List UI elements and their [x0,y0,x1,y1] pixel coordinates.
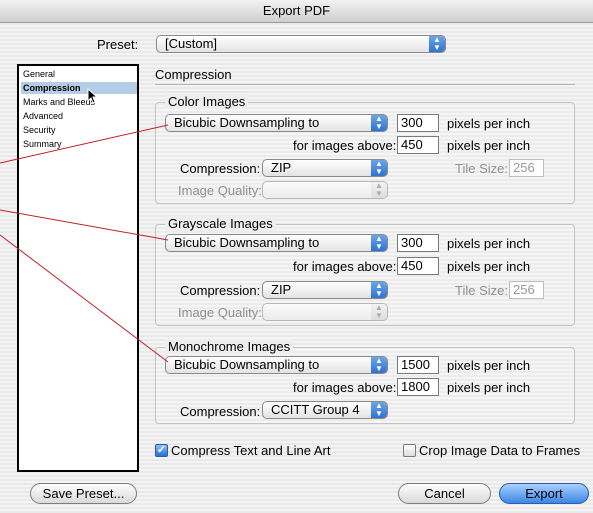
sidebar-item-summary[interactable]: Summary [21,138,137,150]
monochrome-above-label: for images above: [293,380,397,395]
checkmark-icon: ✓ [156,444,167,456]
color-tile-size-label: Tile Size: [455,161,508,176]
color-compression-popup[interactable]: ZIP ▲ ▼ [262,159,388,177]
panel-title: Compression [155,67,232,82]
color-above-field[interactable]: 450 [397,136,439,154]
grayscale-compression-value: ZIP [271,282,292,297]
color-resolution-field[interactable]: 300 [397,114,439,132]
save-preset-button[interactable]: Save Preset... [30,483,137,504]
color-tile-size-field[interactable]: 256 [509,159,544,177]
preset-label: Preset: [97,37,139,52]
monochrome-resolution-unit: pixels per inch [447,358,531,373]
sidebar-item-general[interactable]: General [21,68,137,80]
color-compression-value: ZIP [271,160,292,175]
monochrome-compression-popup[interactable]: CCITT Group 4 ▲ ▼ [262,401,388,419]
compress-text-checkbox[interactable]: ✓ [155,444,168,457]
monochrome-downsampling-popup[interactable]: Bicubic Downsampling to ▲ ▼ [165,356,388,374]
grayscale-quality-label: Image Quality: [178,305,262,320]
monochrome-images-title: Monochrome Images [165,339,294,354]
grayscale-above-unit: pixels per inch [447,259,531,274]
mouse-pointer-icon [87,88,99,104]
cancel-button[interactable]: Cancel [398,483,491,504]
sidebar-item-security[interactable]: Security [21,124,137,136]
monochrome-resolution-field[interactable]: 1500 [397,356,439,374]
color-downsampling-value: Bicubic Downsampling to [174,115,320,130]
grayscale-compression-popup[interactable]: ZIP ▲ ▼ [262,281,388,299]
monochrome-compression-value: CCITT Group 4 [271,402,360,417]
grayscale-above-field[interactable]: 450 [397,257,439,275]
monochrome-above-unit: pixels per inch [447,380,531,395]
grayscale-downsampling-popup[interactable]: Bicubic Downsampling to ▲ ▼ [165,234,388,252]
popup-arrows-icon: ▲ ▼ [371,160,387,176]
popup-arrows-icon: ▲ ▼ [371,304,387,320]
sidebar-list[interactable]: General Compression Marks and Bleeds Adv… [17,64,139,472]
popup-arrows-icon: ▲ ▼ [371,282,387,298]
sidebar-item-marks-and-bleeds[interactable]: Marks and Bleeds [21,96,137,108]
color-quality-popup[interactable]: ▲ ▼ [262,181,388,199]
color-resolution-unit: pixels per inch [447,116,531,131]
monochrome-compression-label: Compression: [180,404,261,419]
grayscale-quality-popup[interactable]: ▲ ▼ [262,303,388,321]
grayscale-compression-label: Compression: [180,283,261,298]
panel-divider [155,84,575,85]
window-title: Export PDF [0,0,593,23]
popup-arrows-icon: ▲ ▼ [371,402,387,418]
preset-value: [Custom] [165,36,218,51]
sidebar-item-compression[interactable]: Compression [21,82,137,94]
preset-popup[interactable]: [Custom] ▲ ▼ [156,35,446,53]
export-button[interactable]: Export [499,483,589,504]
popup-arrows-icon: ▲ ▼ [371,357,387,373]
grayscale-tile-size-label: Tile Size: [455,283,508,298]
grayscale-resolution-unit: pixels per inch [447,236,531,251]
compress-text-label: Compress Text and Line Art [171,443,331,458]
grayscale-resolution-field[interactable]: 300 [397,234,439,252]
grayscale-downsampling-value: Bicubic Downsampling to [174,235,320,250]
sidebar-item-advanced[interactable]: Advanced [21,110,137,122]
color-compression-label: Compression: [180,161,261,176]
popup-arrows-icon: ▲ ▼ [371,115,387,131]
grayscale-above-label: for images above: [293,259,397,274]
popup-arrows-icon: ▲ ▼ [371,182,387,198]
color-above-unit: pixels per inch [447,138,531,153]
crop-image-checkbox[interactable] [403,444,416,457]
popup-arrows-icon: ▲ ▼ [429,36,445,52]
grayscale-tile-size-field[interactable]: 256 [509,281,544,299]
popup-arrows-icon: ▲ ▼ [371,235,387,251]
grayscale-images-title: Grayscale Images [165,216,276,231]
color-above-label: for images above: [293,138,397,153]
color-downsampling-popup[interactable]: Bicubic Downsampling to ▲ ▼ [165,114,388,132]
color-quality-label: Image Quality: [178,183,262,198]
color-images-title: Color Images [165,94,249,109]
monochrome-downsampling-value: Bicubic Downsampling to [174,357,320,372]
crop-image-label: Crop Image Data to Frames [419,443,581,458]
monochrome-above-field[interactable]: 1800 [397,378,439,396]
